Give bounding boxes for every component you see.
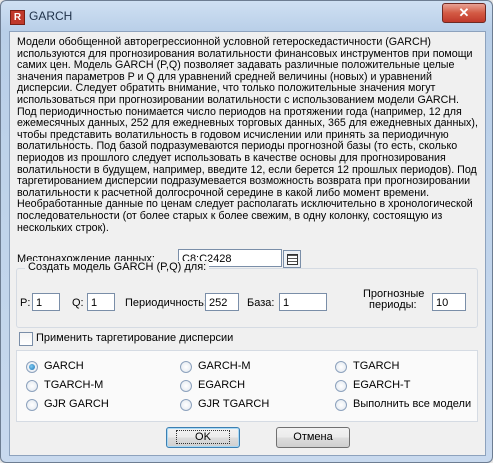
description-text: Модели обобщенной авторегрессионной усло… <box>17 36 478 234</box>
radio-label-run-all[interactable]: Выполнить все модели <box>353 398 471 410</box>
radio-tgarch-m[interactable] <box>26 380 38 392</box>
p-label: P: <box>20 297 31 309</box>
radio-egarch[interactable] <box>180 380 192 392</box>
close-button[interactable]: ✕ <box>442 3 486 23</box>
app-logo-icon: R <box>10 10 25 25</box>
range-grid-icon <box>287 254 298 265</box>
forecast-label-line2: периоды: <box>369 299 417 311</box>
radio-label-garch-m[interactable]: GARCH-M <box>198 360 251 372</box>
period-input[interactable]: 252 <box>205 293 239 311</box>
ok-button[interactable]: OK <box>166 427 240 448</box>
garch-dialog: R GARCH ✕ Модели обобщенной авторегресси… <box>0 0 493 463</box>
radio-tgarch[interactable] <box>335 361 347 373</box>
radio-label-tgarch[interactable]: TGARCH <box>353 360 399 372</box>
model-radio-group: GARCH GARCH-M TGARCH TGARCH-M EGARCH EGA… <box>16 350 478 422</box>
base-input[interactable]: 1 <box>279 293 327 311</box>
variance-targeting-checkbox[interactable] <box>19 332 33 346</box>
base-label: База: <box>247 297 275 309</box>
radio-label-gjr-garch[interactable]: GJR GARCH <box>44 398 109 410</box>
period-label: Периодичность: <box>125 297 207 309</box>
radio-label-garch[interactable]: GARCH <box>44 360 84 372</box>
cancel-button[interactable]: Отмена <box>276 427 350 448</box>
radio-label-tgarch-m[interactable]: TGARCH-M <box>44 379 103 391</box>
radio-label-gjr-tgarch[interactable]: GJR TGARCH <box>198 398 269 410</box>
q-input[interactable]: 1 <box>87 293 115 311</box>
window-title: GARCH <box>29 9 73 23</box>
radio-label-egarch-t[interactable]: EGARCH-T <box>353 379 410 391</box>
range-select-button[interactable] <box>283 250 301 268</box>
p-input[interactable]: 1 <box>32 293 60 311</box>
params-group: Создать модель GARCH (P,Q) для: P: 1 Q: … <box>16 261 478 328</box>
radio-gjr-garch[interactable] <box>26 399 38 411</box>
radio-garch[interactable] <box>26 361 38 373</box>
title-bar[interactable]: R GARCH ✕ <box>1 1 492 31</box>
radio-label-egarch[interactable]: EGARCH <box>198 379 245 391</box>
params-group-title: Создать модель GARCH (P,Q) для: <box>25 261 210 273</box>
radio-garch-m[interactable] <box>180 361 192 373</box>
radio-run-all[interactable] <box>335 399 347 411</box>
q-label: Q: <box>72 297 84 309</box>
dialog-body: Модели обобщенной авторегрессионной усло… <box>9 31 486 456</box>
forecast-input[interactable]: 10 <box>432 293 466 311</box>
radio-egarch-t[interactable] <box>335 380 347 392</box>
variance-targeting-label[interactable]: Применить таргетирование дисперсии <box>36 332 233 344</box>
ok-button-label: OK <box>176 430 230 444</box>
radio-gjr-tgarch[interactable] <box>180 399 192 411</box>
